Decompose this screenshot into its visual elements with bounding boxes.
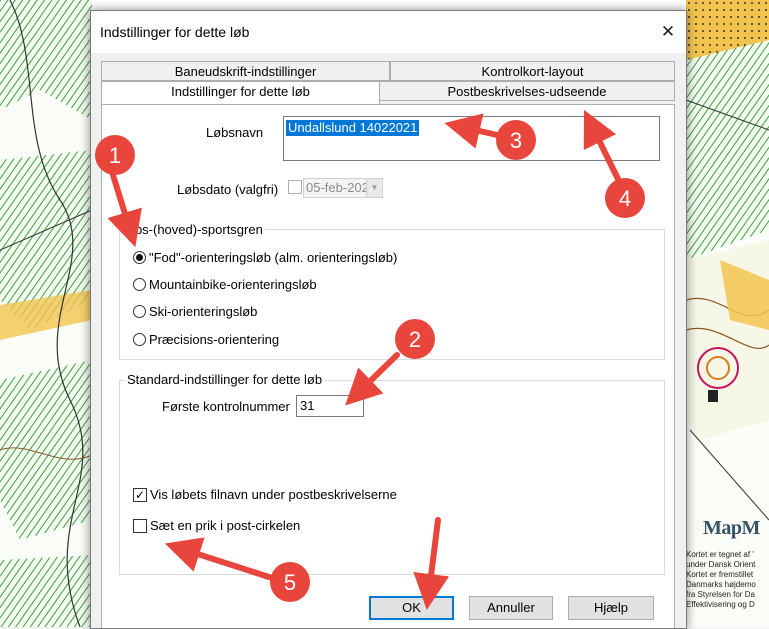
checkbox-show-filename[interactable]: ✓ <box>133 488 147 502</box>
radio-trail-orienteering[interactable] <box>133 333 146 346</box>
first-control-value: 31 <box>300 398 315 413</box>
standard-settings-legend: Standard-indstillinger for dette løb <box>125 372 325 387</box>
close-button[interactable]: ✕ <box>654 20 682 44</box>
checkbox-center-dot[interactable] <box>133 519 147 533</box>
tab-map-layout[interactable]: Kontrolkort-layout <box>390 61 675 81</box>
checkmark-icon: ✓ <box>134 488 146 502</box>
radio-trail-orienteering-label[interactable]: Præcisions-orientering <box>149 332 279 347</box>
map-logo: MapM <box>703 517 760 539</box>
radio-mtb-orienteering[interactable] <box>133 278 146 291</box>
radio-mtb-orienteering-label[interactable]: Mountainbike-orienteringsløb <box>149 277 317 292</box>
radio-ski-orienteering[interactable] <box>133 305 146 318</box>
checkbox-show-filename-label[interactable]: Vis løbets filnavn under postbeskrivelse… <box>150 487 397 502</box>
course-date-label: Løbsdato (valgfri) <box>177 182 279 197</box>
chevron-down-icon[interactable]: ▼ <box>366 179 382 197</box>
map-legend-text: Kortet er tegnet af ' under Dansk Orient… <box>686 550 756 609</box>
radio-ski-orienteering-label[interactable]: Ski-orienteringsløb <box>149 304 257 319</box>
settings-dialog: Indstillinger for dette løb ✕ Baneudskri… <box>90 10 687 629</box>
help-button[interactable]: Hjælp <box>568 596 654 620</box>
tab-print-settings[interactable]: Baneudskrift-indstillinger <box>101 61 390 81</box>
dialog-title: Indstillinger for dette løb <box>100 24 250 40</box>
course-date-checkbox[interactable] <box>288 180 302 194</box>
radio-foot-orienteering-label[interactable]: "Fod"-orienteringsløb (alm. orienterings… <box>149 250 397 265</box>
first-control-input[interactable]: 31 <box>296 395 364 417</box>
ok-button[interactable]: OK <box>369 596 454 620</box>
cancel-button[interactable]: Annuller <box>469 596 553 620</box>
tab-event-settings[interactable]: Indstillinger for dette løb <box>101 81 380 104</box>
course-date-picker[interactable]: 05-feb-2021 ▼ <box>303 178 383 198</box>
course-name-value: Undallslund 14022021 <box>286 120 420 136</box>
sport-group-legend: øbs-(hoved)-sportsgren <box>125 222 265 237</box>
course-name-label: Løbsnavn <box>206 125 264 140</box>
course-name-field[interactable]: Undallslund 14022021 <box>283 116 660 161</box>
checkbox-center-dot-label[interactable]: Sæt en prik i post-cirkelen <box>150 518 300 533</box>
first-control-label: Første kontrolnummer <box>162 399 290 414</box>
tab-description-appearance[interactable]: Postbeskrivelses-udseende <box>379 81 675 101</box>
radio-foot-orienteering[interactable] <box>133 251 146 264</box>
title-bar[interactable]: Indstillinger for dette løb ✕ <box>91 11 686 53</box>
